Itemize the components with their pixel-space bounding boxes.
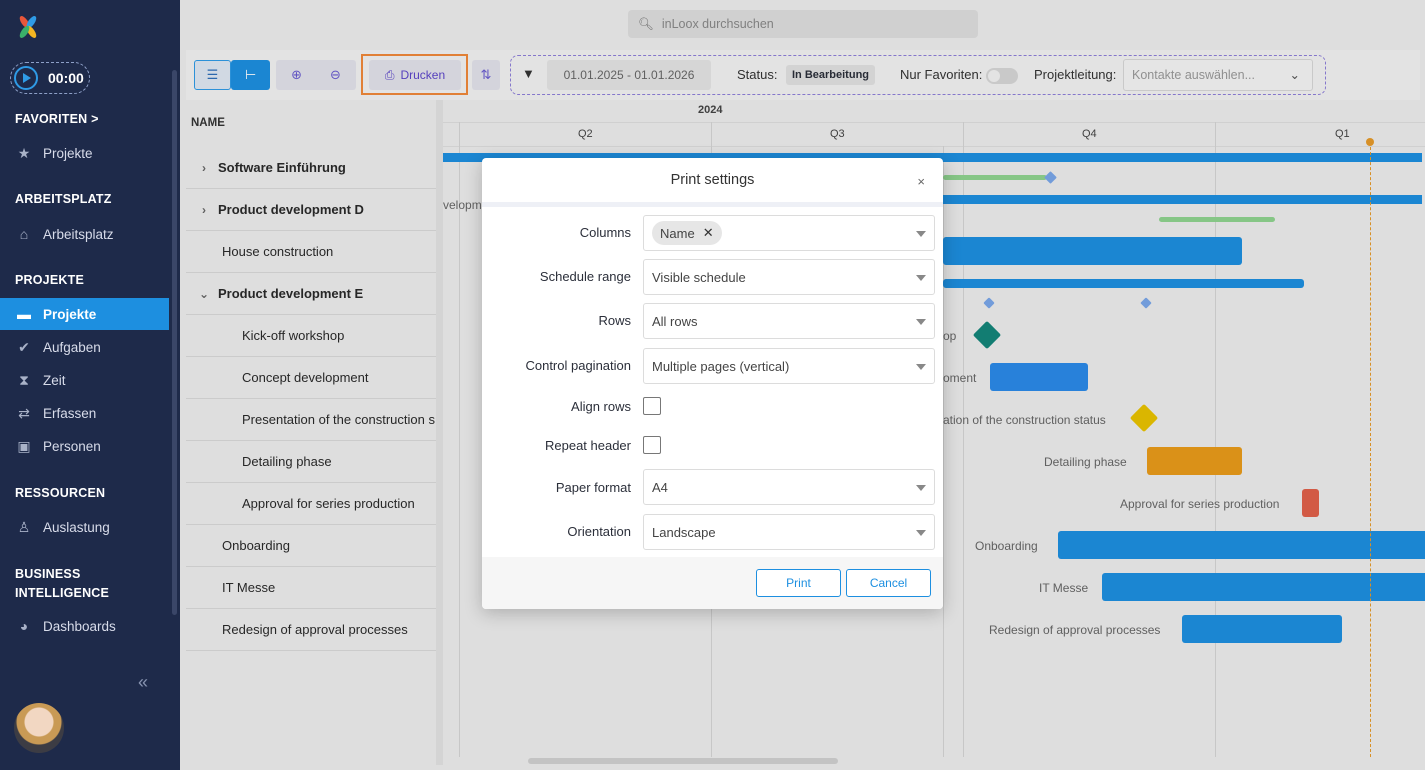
column-chip: Name ✕ xyxy=(652,221,722,245)
columns-label: Columns xyxy=(579,225,631,240)
play-icon[interactable] xyxy=(14,66,38,90)
check-circle-icon: ✔ xyxy=(18,338,30,355)
rows-label: Rows xyxy=(598,313,631,328)
dropdown-arrow-icon xyxy=(916,364,926,370)
sidebar-item-favorite-projects[interactable]: ★ Projekte xyxy=(0,137,169,169)
remove-chip-icon[interactable]: ✕ xyxy=(703,225,714,241)
paper-format-select[interactable]: A4 xyxy=(643,469,935,505)
paper-format-label: Paper format xyxy=(555,480,631,495)
print-settings-dialog: Print settings × Columns Name ✕ Schedule… xyxy=(482,158,943,609)
dialog-divider xyxy=(482,202,943,207)
home-icon: ⌂ xyxy=(19,226,29,242)
schedule-range-label: Schedule range xyxy=(539,269,631,284)
columns-select[interactable]: Name ✕ xyxy=(643,215,935,251)
sidebar: 00:00 FAVORITEN > ★ Projekte ARBEITSPLAT… xyxy=(0,0,180,770)
dropdown-arrow-icon xyxy=(916,485,926,491)
sidebar-item-arbeitsplatz[interactable]: ⌂ Arbeitsplatz xyxy=(0,218,169,250)
close-icon[interactable]: × xyxy=(917,174,925,189)
repeat-header-label: Repeat header xyxy=(544,438,631,453)
timer-value: 00:00 xyxy=(48,70,84,86)
cancel-button[interactable]: Cancel xyxy=(846,569,931,597)
dropdown-arrow-icon xyxy=(916,530,926,536)
sidebar-item-dashboards[interactable]: ◕ Dashboards xyxy=(0,610,169,642)
sidebar-item-projekte[interactable]: ▬ Projekte xyxy=(0,298,169,330)
sidebar-item-auslastung[interactable]: ♙ Auslastung xyxy=(0,511,169,543)
favorites-section-title[interactable]: FAVORITEN > xyxy=(15,112,99,126)
bi-section-title-line2: INTELLIGENCE xyxy=(15,586,110,600)
workspace-section-title: ARBEITSPLATZ xyxy=(15,192,112,206)
resources-section-title: RESSOURCEN xyxy=(15,486,106,500)
person-workload-icon: ♙ xyxy=(17,518,31,535)
hourglass-icon: ⧗ xyxy=(19,371,29,388)
repeat-header-checkbox[interactable] xyxy=(643,436,661,454)
transfer-icon: ⇄ xyxy=(18,404,30,421)
dropdown-arrow-icon xyxy=(916,275,926,281)
sidebar-item-personen[interactable]: ▣ Personen xyxy=(0,430,169,462)
orientation-label: Orientation xyxy=(567,524,631,539)
pagination-select[interactable]: Multiple pages (vertical) xyxy=(643,348,935,384)
collapse-sidebar-icon[interactable]: « xyxy=(138,672,148,693)
inloox-logo[interactable] xyxy=(15,14,41,40)
sidebar-item-zeit[interactable]: ⧗ Zeit xyxy=(0,364,169,396)
dropdown-arrow-icon xyxy=(916,319,926,325)
bi-section-title-line1: BUSINESS xyxy=(15,567,81,581)
chevron-right-icon: > xyxy=(91,112,99,126)
dialog-title: Print settings xyxy=(670,172,755,188)
rows-select[interactable]: All rows xyxy=(643,303,935,339)
print-dialog-button[interactable]: Print xyxy=(756,569,841,597)
star-icon: ★ xyxy=(17,144,31,161)
projects-section-title: PROJEKTE xyxy=(15,273,84,287)
dropdown-arrow-icon xyxy=(916,231,926,237)
align-rows-checkbox[interactable] xyxy=(643,397,661,415)
align-rows-label: Align rows xyxy=(571,399,631,414)
contact-card-icon: ▣ xyxy=(17,437,31,454)
user-avatar[interactable] xyxy=(14,703,64,753)
sidebar-item-aufgaben[interactable]: ✔ Aufgaben xyxy=(0,331,169,363)
pagination-label: Control pagination xyxy=(525,358,631,373)
pie-chart-icon: ◕ xyxy=(19,618,29,634)
sidebar-scrollbar[interactable] xyxy=(172,70,177,615)
folder-icon: ▬ xyxy=(17,306,31,322)
timer-widget[interactable]: 00:00 xyxy=(10,62,90,94)
schedule-range-select[interactable]: Visible schedule xyxy=(643,259,935,295)
sidebar-item-erfassen[interactable]: ⇄ Erfassen xyxy=(0,397,169,429)
orientation-select[interactable]: Landscape xyxy=(643,514,935,550)
